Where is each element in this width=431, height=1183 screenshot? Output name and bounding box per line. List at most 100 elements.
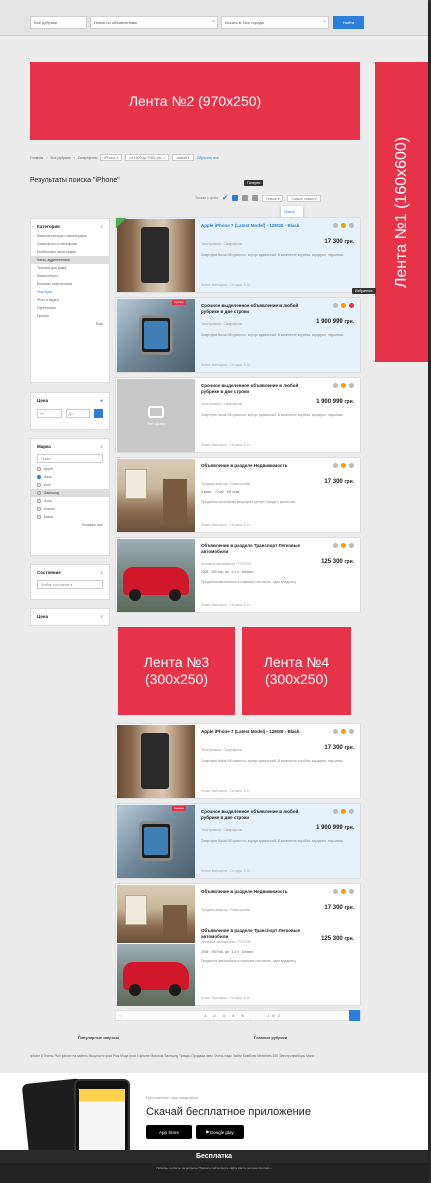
clear-icon[interactable]: × — [212, 17, 215, 28]
banner-1[interactable]: Лента №1 (160x600) — [375, 62, 428, 362]
brand-search-input[interactable]: Поиск — [37, 454, 103, 463]
brand-option[interactable]: Sony — [31, 497, 109, 505]
favorite-icon[interactable] — [349, 543, 354, 548]
map-view-icon[interactable] — [251, 195, 258, 201]
listing-card[interactable]: Apple iPhone 7 (Latest Model) - 128GB - … — [115, 723, 361, 799]
listing-title[interactable]: Объявление в разделе Недвижимость — [201, 889, 309, 895]
search-input[interactable]: Поиск по объявлениям × — [90, 16, 218, 29]
next-page-button[interactable] — [349, 1010, 360, 1021]
banner-3[interactable]: Лента №3 (300x250) — [118, 627, 235, 715]
listing-photo[interactable] — [117, 459, 195, 532]
brand-option[interactable]: Acer — [31, 481, 109, 489]
listing-photo[interactable] — [117, 299, 195, 372]
compare-icon[interactable] — [333, 303, 338, 308]
listing-title[interactable]: Срочное выделенное объявление в любой ру… — [201, 809, 309, 820]
listing-card[interactable]: Apple iPhone 7 (Latest Model) - 128GB - … — [115, 217, 361, 293]
filter-chip[interactable]: новый × — [172, 154, 194, 161]
show-all-link[interactable]: Показать все — [31, 521, 109, 529]
category-item[interactable]: Прочее — [31, 312, 109, 320]
listing-title[interactable]: Объявление в разделе Транспорт Легковые … — [201, 928, 309, 939]
brand-option[interactable]: Samsung — [31, 489, 109, 497]
favorite-icon[interactable] — [349, 889, 354, 894]
footer-links[interactable]: Помощь и ответы на вопросы Правила сайта… — [0, 1166, 428, 1170]
collapse-icon[interactable]: ≡ — [100, 614, 103, 619]
favorite-icon[interactable] — [349, 223, 354, 228]
listing-photo[interactable] — [117, 805, 195, 878]
compare-icon[interactable] — [333, 729, 338, 734]
category-item[interactable]: Смартфоны и телефоны — [31, 240, 109, 248]
brand-option[interactable]: Asus — [31, 473, 109, 481]
category-item[interactable]: Оргтехника — [31, 304, 109, 312]
crumb-home[interactable]: Главная — [30, 156, 43, 160]
sort-select[interactable]: Новые ▾ — [261, 194, 284, 202]
listing-photo-placeholder[interactable]: Нет фото — [117, 379, 195, 452]
listing-photo[interactable] — [117, 219, 195, 292]
clear-region-icon[interactable]: × — [323, 17, 326, 28]
star-icon[interactable] — [341, 809, 346, 814]
collapse-icon[interactable]: ≡ — [100, 444, 103, 449]
compare-icon[interactable] — [333, 809, 338, 814]
check-icon[interactable]: ✔ — [222, 194, 228, 202]
collapse-icon[interactable]: ≡ — [100, 570, 103, 575]
favorite-icon[interactable] — [349, 809, 354, 814]
banner-2[interactable]: Лента №2 (970x250) — [30, 62, 360, 140]
category-item-selected[interactable]: Часы, аудиотехника — [31, 256, 109, 264]
list-view-icon[interactable] — [231, 195, 238, 201]
price-apply-button[interactable] — [94, 409, 103, 418]
compare-icon[interactable] — [333, 463, 338, 468]
popular-tags[interactable]: Iphone 8 Очень Рыл iphone на кабель Мощн… — [30, 1053, 402, 1059]
listing-card[interactable]: Объявление в разделе Недвижимость Продаж… — [115, 883, 361, 1006]
listing-card[interactable]: Объявление в разделе Недвижимость Продаж… — [115, 457, 361, 533]
category-select[interactable]: Все рубрики — [30, 16, 87, 29]
google-play-button[interactable]: ▶ Google play — [196, 1125, 244, 1139]
category-item[interactable]: Техника для дома — [31, 264, 109, 272]
listing-photo[interactable] — [117, 885, 195, 943]
star-icon[interactable] — [341, 729, 346, 734]
compare-icon[interactable] — [333, 889, 338, 894]
category-item[interactable]: Бытовая электроника — [31, 280, 109, 288]
gallery-view-icon[interactable] — [241, 195, 248, 201]
listing-title[interactable]: Объявление в разделе Недвижимость — [201, 463, 309, 469]
remove-favorite-icon[interactable] — [349, 303, 354, 308]
star-icon[interactable] — [341, 463, 346, 468]
listing-title[interactable]: Объявление в разделе Транспорт Легковые … — [201, 543, 309, 554]
price-from-input[interactable]: От — [37, 409, 62, 418]
favorite-icon[interactable] — [349, 729, 354, 734]
category-item[interactable]: Мобильные аксессуары — [31, 248, 109, 256]
star-icon[interactable] — [341, 303, 346, 308]
category-item[interactable]: Фото и видео — [31, 296, 109, 304]
listing-card[interactable]: Срочно Срочное выделенное объявление в л… — [115, 803, 361, 879]
collapse-icon[interactable]: ≡ — [100, 224, 103, 229]
star-icon[interactable] — [341, 383, 346, 388]
brand-option[interactable]: Apple — [31, 465, 109, 473]
listing-photo[interactable] — [117, 944, 195, 1006]
listing-title[interactable]: Apple iPhone 7 (Latest Model) - 128GB - … — [201, 223, 309, 229]
listing-title[interactable]: Apple iPhone 7 (Latest Model) - 128GB - … — [201, 729, 309, 735]
listing-card[interactable]: Нет фото Срочное выделенное объявление в… — [115, 377, 361, 453]
star-icon[interactable] — [341, 223, 346, 228]
star-icon[interactable] — [341, 889, 346, 894]
compare-icon[interactable] — [333, 223, 338, 228]
listing-photo[interactable] — [117, 539, 195, 612]
page-numbers[interactable]: 1 2 3 4 5 ... 182 — [204, 1013, 283, 1018]
search-button[interactable]: Найти — [333, 16, 364, 29]
sort-option[interactable]: Новые — [284, 208, 300, 216]
brand-option[interactable]: Xiaomi — [31, 505, 109, 513]
favorite-icon[interactable] — [349, 463, 354, 468]
footer-logo[interactable]: Бесплатка — [196, 1153, 232, 1160]
listing-photo[interactable] — [117, 725, 195, 798]
banner-4[interactable]: Лента №4 (300x250) — [242, 627, 351, 715]
category-item[interactable]: Ноутбуки — [31, 288, 109, 296]
crumb-all[interactable]: Все рубрики — [51, 156, 71, 160]
category-item[interactable]: Компьютеры — [31, 272, 109, 280]
category-item[interactable]: Комплектующие и аксессуары — [31, 232, 109, 240]
condition-select[interactable]: Любое состояние ▾ — [37, 580, 103, 589]
brand-option[interactable]: Nokia — [31, 513, 109, 521]
price-to-input[interactable]: До — [65, 409, 90, 418]
listing-title[interactable]: Срочное выделенное объявление в любой ру… — [201, 383, 309, 394]
prev-page-button[interactable]: < — [119, 1013, 121, 1018]
listing-title[interactable]: Срочное выделенное объявление в любой ру… — [201, 303, 309, 314]
listing-card[interactable]: Объявление в разделе Транспорт Легковые … — [115, 537, 361, 613]
filter-chip[interactable]: iPhone × — [100, 154, 123, 161]
reset-filters-link[interactable]: Сбросить все — [197, 156, 219, 160]
